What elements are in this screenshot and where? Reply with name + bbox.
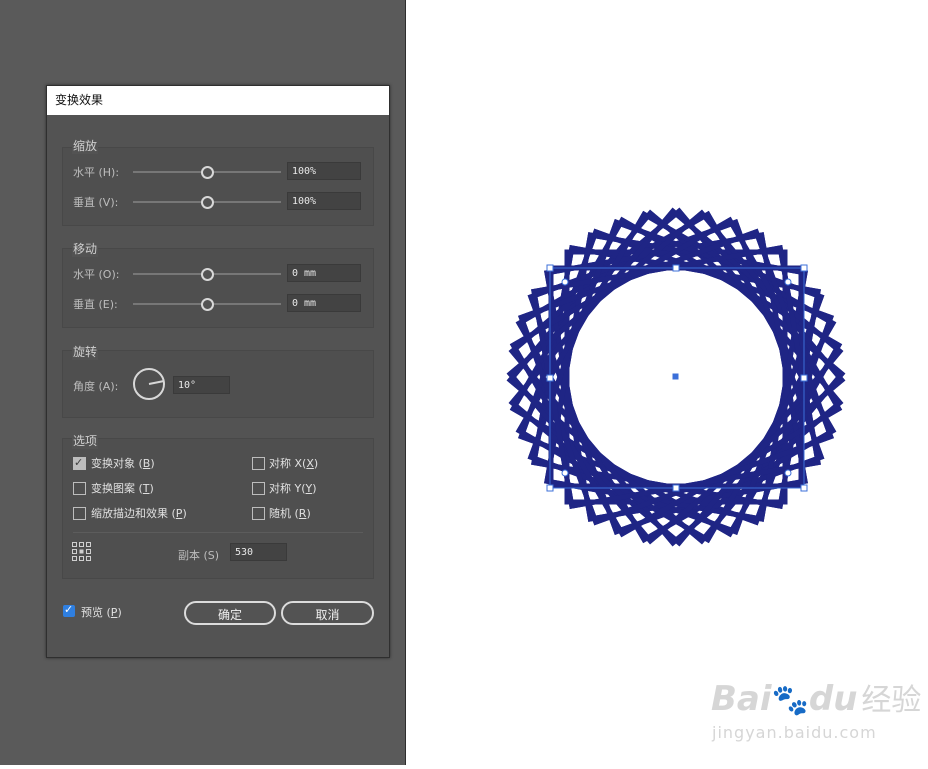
move-vertical-slider-knob[interactable] xyxy=(201,298,214,311)
transform-patterns-text: 变换图案 xyxy=(91,482,135,495)
selection-handle-bl[interactable] xyxy=(546,484,554,492)
watermark-suffix: 经验 xyxy=(861,683,922,718)
transform-effect-dialog: 变换效果 水平 (H): 100% 垂直 (V): 100% 缩放 水平 (O)… xyxy=(46,85,390,658)
scale-strokes-key: P xyxy=(175,507,183,520)
transform-objects-checkbox[interactable] xyxy=(73,456,86,470)
transform-patterns-label: 变换图案 (T) xyxy=(91,482,154,495)
transform-patterns-key: T xyxy=(142,482,150,495)
preview-checkbox[interactable]: ✓ xyxy=(63,603,75,617)
rotate-group-title: 旋转 xyxy=(72,343,99,360)
scale-group: 水平 (H): 100% 垂直 (V): 100% xyxy=(62,147,374,226)
rotated-rectangles-artwork[interactable] xyxy=(406,0,928,765)
transform-objects-key: B xyxy=(142,457,151,470)
anchor-point[interactable] xyxy=(561,278,569,286)
scale-horizontal-row: 水平 (H): 100% xyxy=(73,162,373,182)
scale-vertical-label: 垂直 (V): xyxy=(73,196,119,209)
move-group: 水平 (O): 0 mm 垂直 (E): 0 mm xyxy=(62,248,374,328)
selection-handle-br[interactable] xyxy=(800,484,808,492)
copies-label: 副本 (S) xyxy=(178,549,220,562)
rotate-angle-dial[interactable] xyxy=(133,368,165,400)
move-vertical-label: 垂直 (E): xyxy=(73,298,118,311)
move-vertical-input[interactable]: 0 mm xyxy=(287,294,361,312)
rotate-group: 角度 (A): 10° xyxy=(62,350,374,418)
reference-point-selector[interactable] xyxy=(72,542,92,562)
reflect-y-key: Y xyxy=(305,482,313,495)
selection-handle-bottom[interactable] xyxy=(672,484,680,492)
options-group-title: 选项 xyxy=(72,432,99,449)
anchor-point[interactable] xyxy=(561,469,569,477)
move-horizontal-input[interactable]: 0 mm xyxy=(287,264,361,282)
move-horizontal-slider[interactable] xyxy=(133,268,281,281)
dialog-title: 变换效果 xyxy=(47,86,389,115)
random-text: 随机 xyxy=(269,507,291,520)
watermark-brand: Bai xyxy=(711,679,772,719)
ok-button[interactable]: 确定 xyxy=(184,601,276,625)
selection-handle-tr[interactable] xyxy=(800,264,808,272)
random-key: R xyxy=(298,507,307,520)
transform-objects-text: 变换对象 xyxy=(91,457,135,470)
scale-strokes-label: 缩放描边和效果 (P) xyxy=(91,507,187,520)
move-vertical-row: 垂直 (E): 0 mm xyxy=(73,294,373,314)
reflect-x-text: 对称 X xyxy=(269,457,303,470)
reference-point-icon xyxy=(72,542,91,561)
angle-dial-icon xyxy=(133,368,165,400)
scale-horizontal-label: 水平 (H): xyxy=(73,166,120,179)
selection-handle-top[interactable] xyxy=(672,264,680,272)
move-vertical-slider[interactable] xyxy=(133,298,281,311)
selection-handle-tl[interactable] xyxy=(546,264,554,272)
scale-vertical-slider-knob[interactable] xyxy=(201,196,214,209)
scale-vertical-slider[interactable] xyxy=(133,196,281,209)
rotate-angle-label: 角度 (A): xyxy=(73,380,119,393)
selection-handle-right[interactable] xyxy=(800,374,808,382)
scale-horizontal-input[interactable]: 100% xyxy=(287,162,361,180)
move-horizontal-slider-knob[interactable] xyxy=(201,268,214,281)
reflect-y-text: 对称 Y xyxy=(269,482,302,495)
options-group: 变换对象 (B) 变换图案 (T) 缩放描边和效果 (P) 对称 X(X) 对称… xyxy=(62,438,374,579)
selection-handle-left[interactable] xyxy=(546,374,554,382)
watermark-brand-tail: du xyxy=(808,679,858,719)
cancel-button[interactable]: 取消 xyxy=(281,601,374,625)
scale-strokes-checkbox[interactable] xyxy=(73,507,86,520)
reflect-x-checkbox[interactable] xyxy=(252,457,265,470)
copies-input[interactable]: 530 xyxy=(230,543,287,561)
anchor-point[interactable] xyxy=(784,469,792,477)
preview-check-icon: ✓ xyxy=(64,603,74,616)
options-divider xyxy=(73,532,363,533)
watermark-url: jingyan.baidu.com xyxy=(712,723,877,742)
move-group-title: 移动 xyxy=(72,240,99,257)
scale-vertical-row: 垂直 (V): 100% xyxy=(73,192,373,212)
move-horizontal-row: 水平 (O): 0 mm xyxy=(73,264,373,284)
transform-objects-label: 变换对象 (B) xyxy=(91,457,155,470)
reflect-x-label: 对称 X(X) xyxy=(269,457,319,470)
reflect-y-label: 对称 Y(Y) xyxy=(269,482,317,495)
scale-horizontal-slider-knob[interactable] xyxy=(201,166,214,179)
transform-patterns-checkbox[interactable] xyxy=(73,482,86,495)
scale-group-title: 缩放 xyxy=(72,137,99,154)
artboard-canvas[interactable]: Bai🐾du 经验 jingyan.baidu.com xyxy=(406,0,928,765)
scale-vertical-input[interactable]: 100% xyxy=(287,192,361,210)
preview-label: 预览 (P) xyxy=(81,606,122,619)
move-horizontal-label: 水平 (O): xyxy=(73,268,120,281)
preview-key: P xyxy=(110,606,118,619)
random-checkbox[interactable] xyxy=(252,507,265,520)
reflect-y-checkbox[interactable] xyxy=(252,482,265,495)
rotate-angle-input[interactable]: 10° xyxy=(173,376,230,394)
center-point xyxy=(672,373,679,380)
anchor-point[interactable] xyxy=(784,278,792,286)
preview-text: 预览 xyxy=(81,606,103,619)
baidu-watermark: Bai🐾du 经验 xyxy=(711,675,921,719)
scale-horizontal-slider[interactable] xyxy=(133,166,281,179)
random-label: 随机 (R) xyxy=(269,507,311,520)
paw-icon: 🐾 xyxy=(771,683,809,718)
scale-strokes-text: 缩放描边和效果 xyxy=(91,507,168,520)
reflect-x-key: X xyxy=(306,457,314,470)
